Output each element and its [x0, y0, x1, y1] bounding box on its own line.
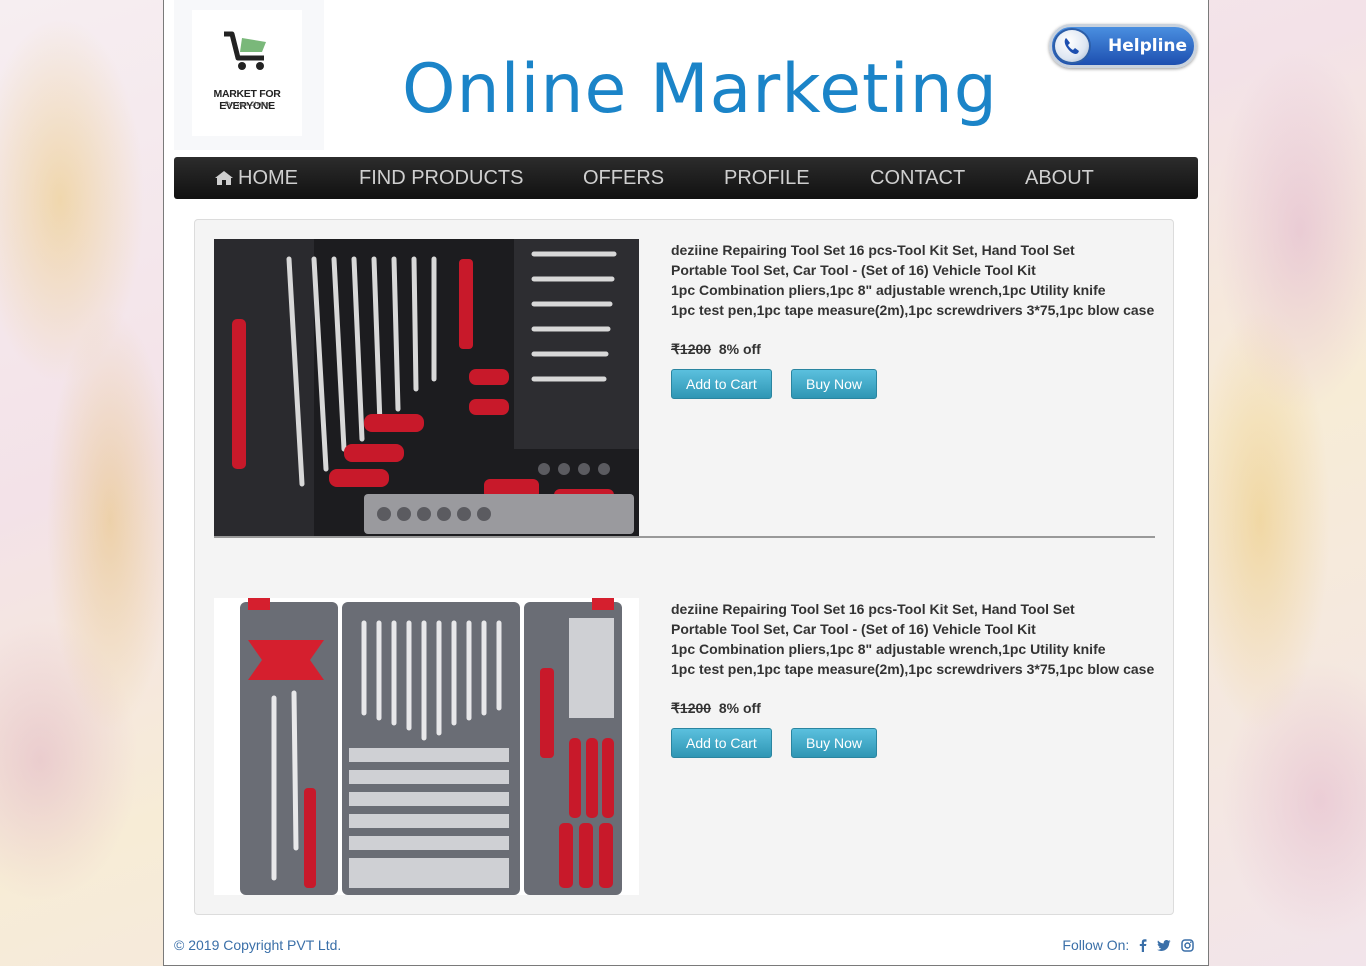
- product-line: 1pc test pen,1pc tape measure(2m),1pc sc…: [671, 302, 1155, 318]
- product-line: 1pc Combination pliers,1pc 8" adjustable…: [671, 641, 1106, 657]
- buy-now-button[interactable]: Buy Now: [791, 728, 878, 758]
- discount-label: 8% off: [718, 341, 761, 357]
- nav-profile[interactable]: PROFILE: [724, 157, 810, 199]
- product-panel: deziine Repairing Tool Set 16 pcs-Tool K…: [194, 219, 1174, 915]
- follow-on: Follow On:: [1062, 937, 1194, 953]
- logo[interactable]: MARKET FOR EVERYONE Buy your Choice: [174, 0, 324, 150]
- nav-about[interactable]: ABOUT: [1025, 157, 1094, 199]
- product-divider: [214, 536, 1155, 538]
- product-line: 1pc test pen,1pc tape measure(2m),1pc sc…: [671, 661, 1155, 677]
- nav-find-products[interactable]: FIND PRODUCTS: [359, 157, 523, 199]
- cart-icon: [224, 31, 266, 70]
- product-line: 1pc Combination pliers,1pc 8" adjustable…: [671, 282, 1106, 298]
- product-line: Portable Tool Set, Car Tool - (Set of 16…: [671, 621, 1036, 637]
- product-line: Portable Tool Set, Car Tool - (Set of 16…: [671, 262, 1036, 278]
- facebook-icon[interactable]: [1139, 939, 1147, 952]
- instagram-icon[interactable]: [1181, 939, 1194, 952]
- product-description: deziine Repairing Tool Set 16 pcs-Tool K…: [671, 240, 1154, 320]
- add-to-cart-button[interactable]: Add to Cart: [671, 728, 772, 758]
- follow-label: Follow On:: [1062, 937, 1130, 953]
- nav-home-label: HOME: [238, 167, 298, 189]
- logo-card: MARKET FOR EVERYONE Buy your Choice: [192, 10, 302, 136]
- product-line: deziine Repairing Tool Set 16 pcs-Tool K…: [671, 242, 1075, 258]
- page-container: MARKET FOR EVERYONE Buy your Choice Onli…: [163, 0, 1209, 966]
- nav-home[interactable]: HOME: [214, 157, 298, 199]
- nav-offers[interactable]: OFFERS: [583, 157, 664, 199]
- product-image[interactable]: [214, 598, 639, 895]
- discount-label: 8% off: [718, 700, 761, 716]
- phone-icon: [1053, 28, 1091, 64]
- product-image[interactable]: [214, 239, 639, 536]
- logo-tagline: Buy your Choice: [224, 102, 270, 108]
- add-to-cart-button[interactable]: Add to Cart: [671, 369, 772, 399]
- product-line: deziine Repairing Tool Set 16 pcs-Tool K…: [671, 601, 1075, 617]
- site-title: Online Marketing: [402, 50, 998, 129]
- home-icon: [215, 171, 233, 185]
- old-price: ₹1200: [671, 700, 712, 716]
- helpline-label: Helpline: [1108, 36, 1188, 56]
- nav-contact[interactable]: CONTACT: [870, 157, 965, 199]
- price-row: ₹1200 8% off: [671, 341, 761, 358]
- logo-title: MARKET FOR EVERYONE: [213, 88, 281, 112]
- main-navbar: HOME FIND PRODUCTS OFFERS PROFILE CONTAC…: [174, 157, 1198, 199]
- copyright-text: © 2019 Copyright PVT Ltd.: [174, 937, 342, 953]
- price-row: ₹1200 8% off: [671, 700, 761, 717]
- old-price: ₹1200: [671, 341, 712, 357]
- buy-now-button[interactable]: Buy Now: [791, 369, 878, 399]
- product-description: deziine Repairing Tool Set 16 pcs-Tool K…: [671, 599, 1154, 679]
- helpline-button[interactable]: Helpline: [1049, 24, 1197, 68]
- twitter-icon[interactable]: [1157, 940, 1171, 952]
